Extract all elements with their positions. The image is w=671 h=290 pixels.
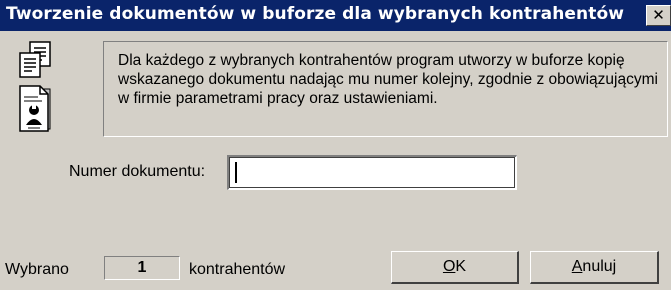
cancel-button[interactable]: Anuluj: [530, 251, 659, 284]
ok-accelerator: O: [442, 258, 456, 275]
document-number-label: Numer dokumentu:: [69, 163, 206, 180]
info-panel: Dla każdego z wybranych kontrahentów pro…: [103, 41, 668, 137]
cancel-label-rest: nuluj: [582, 258, 617, 275]
selected-suffix: kontrahentów: [189, 261, 286, 278]
document-number-input[interactable]: [227, 155, 517, 190]
dialog-window: Tworzenie dokumentów w buforze dla wybra…: [0, 0, 671, 290]
ok-button[interactable]: OK: [391, 251, 519, 284]
close-button[interactable]: ✕: [646, 5, 671, 26]
info-text: Dla każdego z wybranych kontrahentów pro…: [118, 52, 658, 107]
close-icon: ✕: [652, 6, 665, 24]
text-caret: [235, 162, 237, 183]
title-bar[interactable]: Tworzenie dokumentów w buforze dla wybra…: [0, 0, 671, 31]
copy-documents-icon: [19, 41, 51, 78]
ok-label-rest: K: [455, 258, 467, 275]
selected-label: Wybrano: [5, 261, 69, 278]
cancel-accelerator: A: [571, 258, 583, 275]
document-person-icon: [19, 85, 51, 132]
selected-count: 1: [104, 256, 180, 280]
window-title: Tworzenie dokumentów w buforze dla wybra…: [6, 4, 625, 24]
